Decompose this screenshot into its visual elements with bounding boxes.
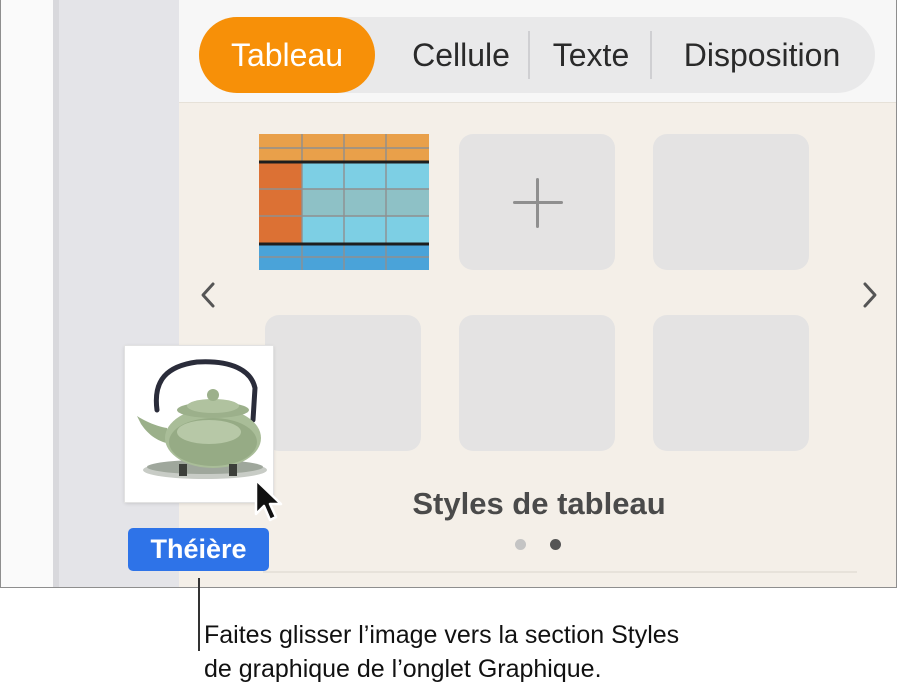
table-style-swatch[interactable] (259, 134, 429, 270)
page-indicator-dot-active[interactable] (550, 539, 561, 550)
tab-header: Tableau Cellule Texte Disposition (179, 0, 896, 103)
dragged-image[interactable] (125, 346, 273, 502)
add-style-button[interactable] (459, 134, 615, 270)
panel-divider (263, 571, 857, 573)
plus-icon-vertical (536, 178, 539, 228)
teapot-icon (137, 359, 267, 479)
next-page-button[interactable] (855, 275, 885, 315)
callout-line-1: Faites glisser l’image vers la section S… (204, 621, 680, 649)
format-panel: Tableau Cellule Texte Disposition Styles… (179, 0, 896, 587)
pointer-cursor-icon (253, 478, 285, 524)
tab-disposition[interactable]: Disposition (652, 17, 872, 93)
section-title: Styles de tableau (412, 486, 666, 521)
chevron-right-icon (863, 282, 877, 308)
empty-style-swatch[interactable] (459, 315, 615, 451)
callout-text: Faites glisser l’image vers la section S… (204, 618, 804, 686)
page-indicator-dot[interactable] (515, 539, 526, 550)
app-window: Tableau Cellule Texte Disposition Styles… (0, 0, 897, 588)
empty-style-swatch[interactable] (653, 315, 809, 451)
document-canvas (1, 0, 53, 587)
empty-style-swatch[interactable] (653, 134, 809, 270)
sidebar-gutter-edge (53, 0, 59, 587)
tab-tableau[interactable]: Tableau (199, 17, 375, 93)
callout-line (198, 578, 200, 651)
callout-line-2: de graphique de l’onglet Graphique. (204, 655, 602, 683)
chevron-left-icon (201, 282, 215, 308)
image-name-badge: Théière (128, 528, 269, 571)
tab-cellule[interactable]: Cellule (375, 17, 547, 93)
empty-style-swatch[interactable] (265, 315, 421, 451)
tab-texte[interactable]: Texte (530, 17, 652, 93)
previous-page-button[interactable] (193, 275, 223, 315)
tab-bar: Tableau Cellule Texte Disposition (199, 17, 875, 93)
table-style-preview-icon (259, 134, 429, 270)
